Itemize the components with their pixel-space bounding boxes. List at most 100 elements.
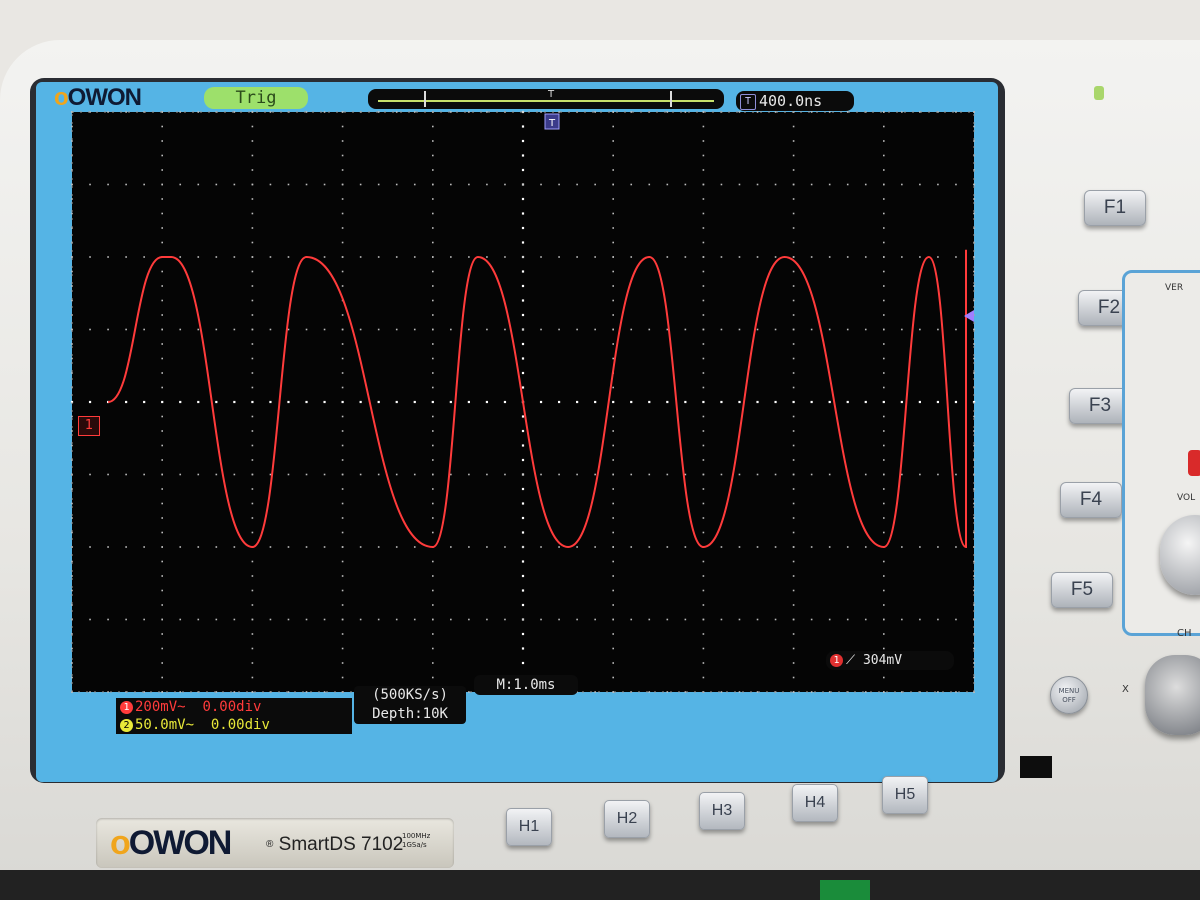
grid-dot <box>125 546 127 548</box>
grid-dot <box>71 285 73 287</box>
grid-dot <box>251 415 254 418</box>
f1-button[interactable]: F1 <box>1084 190 1146 226</box>
grid-dot <box>919 473 921 476</box>
grid-dot <box>612 691 614 693</box>
grid-dot <box>612 531 614 534</box>
grid-dot <box>792 546 795 548</box>
grid-dot <box>161 372 163 374</box>
grid-dot <box>71 415 73 418</box>
grid-dot <box>521 154 525 157</box>
grid-dot <box>251 343 254 345</box>
grid-dot <box>341 502 344 505</box>
grid-dot <box>341 241 344 244</box>
grid-dot <box>756 183 759 186</box>
grid-dot <box>702 676 705 679</box>
grid-dot <box>973 575 975 577</box>
grid-dot <box>684 256 687 258</box>
grid-dot <box>251 285 254 287</box>
grid-dot <box>521 444 525 447</box>
grid-dot <box>413 111 416 113</box>
grid-dot <box>125 400 128 404</box>
grid-dot <box>521 284 525 288</box>
grid-dot <box>89 691 91 693</box>
grid-dot <box>883 299 885 302</box>
grid-dot <box>702 314 705 316</box>
grid-dot <box>702 575 705 577</box>
table-surface <box>0 870 1200 900</box>
grid-dot <box>720 618 723 621</box>
grid-dot <box>702 169 705 171</box>
owon-brand-logo: oOWON <box>110 824 232 862</box>
grid-dot <box>161 531 163 534</box>
grid-dot <box>161 633 163 635</box>
grid-dot <box>973 270 975 273</box>
grid-dot <box>449 400 452 404</box>
h1-button[interactable]: H1 <box>506 808 552 846</box>
grid-dot <box>107 691 109 693</box>
grid-dot <box>125 328 127 331</box>
grid-dot <box>161 140 163 142</box>
grid-dot <box>359 546 362 548</box>
grid-dot <box>702 372 705 374</box>
grid-dot <box>432 198 434 200</box>
grid-dot <box>251 357 254 360</box>
grid-dot <box>702 343 705 345</box>
grid-dot <box>612 198 614 200</box>
grid-dot <box>341 560 344 563</box>
grid-dot <box>973 662 975 664</box>
grid-dot <box>883 444 885 447</box>
grid-dot <box>522 546 524 548</box>
grid-dot <box>341 575 344 577</box>
position-knob[interactable] <box>1145 655 1200 735</box>
grid-dot <box>594 256 596 258</box>
grid-dot <box>395 473 398 476</box>
grid-dot <box>702 212 705 215</box>
grid-dot <box>432 676 434 679</box>
grid-dot <box>810 328 813 331</box>
grid-dot <box>702 502 705 505</box>
menu-off-button[interactable]: MENU OFF <box>1050 676 1088 714</box>
grid-dot <box>612 270 614 273</box>
grid-dot <box>720 691 723 693</box>
grid-dot <box>883 430 885 432</box>
grid-dot <box>341 517 344 519</box>
grid-dot <box>648 473 651 476</box>
h3-button[interactable]: H3 <box>699 792 745 830</box>
grid-dot <box>738 691 741 693</box>
grid-dot <box>395 618 398 621</box>
grid-dot <box>161 691 163 693</box>
f5-button[interactable]: F5 <box>1051 572 1113 608</box>
grid-dot <box>828 546 831 548</box>
grid-dot <box>305 473 308 476</box>
h4-button[interactable]: H4 <box>792 784 838 822</box>
channel1-ground-marker[interactable]: 1 <box>78 416 100 436</box>
grid-dot <box>251 488 254 490</box>
grid-dot <box>251 575 254 577</box>
grid-dot <box>197 546 200 548</box>
f4-button[interactable]: F4 <box>1060 482 1122 518</box>
grid-dot <box>251 227 254 229</box>
grid-dot <box>71 488 73 490</box>
grid-dot <box>341 473 344 476</box>
grid-dot <box>540 546 542 548</box>
grid-dot <box>864 546 867 548</box>
grid-dot <box>702 444 705 447</box>
grid-dot <box>792 183 795 186</box>
grid-dot <box>341 676 344 679</box>
grid-dot <box>883 256 885 258</box>
trigger-level-value: 304mV <box>862 653 903 668</box>
grid-dot <box>179 111 182 113</box>
grid-dot <box>521 632 525 636</box>
grid-dot <box>215 618 218 621</box>
grid-dot <box>161 459 163 461</box>
grid-dot <box>504 473 506 476</box>
grid-dot <box>883 459 885 461</box>
ch1-indicator-led <box>1188 450 1200 476</box>
h2-button[interactable]: H2 <box>604 800 650 838</box>
grid-dot <box>269 546 272 548</box>
grid-dot <box>125 111 127 113</box>
grid-dot <box>359 473 362 476</box>
grid-dot <box>630 328 633 331</box>
grid-dot <box>71 183 73 186</box>
h5-button[interactable]: H5 <box>882 776 928 814</box>
